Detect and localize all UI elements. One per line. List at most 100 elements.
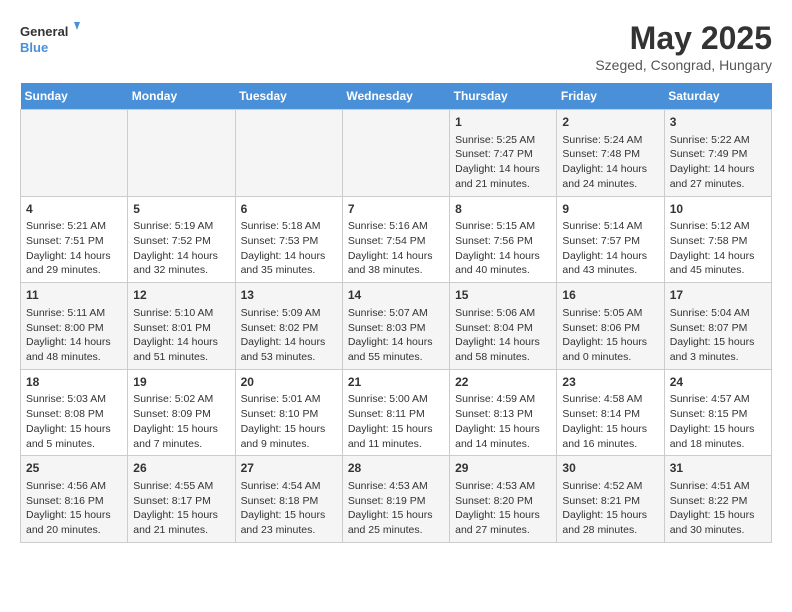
- day-detail: Sunrise: 4:56 AMSunset: 8:16 PMDaylight:…: [26, 479, 122, 538]
- week-row-1: 1 Sunrise: 5:25 AMSunset: 7:47 PMDaylight…: [21, 110, 772, 197]
- day-cell: 6Sunrise: 5:18 AMSunset: 7:53 PMDaylight…: [235, 196, 342, 283]
- day-cell: 8Sunrise: 5:15 AMSunset: 7:56 PMDaylight…: [450, 196, 557, 283]
- day-detail: Sunrise: 5:10 AMSunset: 8:01 PMDaylight:…: [133, 306, 229, 365]
- day-number: 28: [348, 460, 444, 477]
- day-cell: 27Sunrise: 4:54 AMSunset: 8:18 PMDayligh…: [235, 456, 342, 543]
- day-cell: 1 Sunrise: 5:25 AMSunset: 7:47 PMDaylight…: [450, 110, 557, 197]
- day-detail: Sunrise: 5:03 AMSunset: 8:08 PMDaylight:…: [26, 392, 122, 451]
- day-number: 3: [670, 114, 766, 131]
- day-detail: Sunrise: 5:04 AMSunset: 8:07 PMDaylight:…: [670, 306, 766, 365]
- day-cell: [235, 110, 342, 197]
- col-header-monday: Monday: [128, 83, 235, 110]
- svg-text:Blue: Blue: [20, 40, 48, 55]
- week-row-2: 4Sunrise: 5:21 AMSunset: 7:51 PMDaylight…: [21, 196, 772, 283]
- day-number: 6: [241, 201, 337, 218]
- day-cell: 13 Sunrise: 5:09 AMSunset: 8:02 PMDayligh…: [235, 283, 342, 370]
- col-header-sunday: Sunday: [21, 83, 128, 110]
- day-cell: 29 Sunrise: 4:53 AMSunset: 8:20 PMDayligh…: [450, 456, 557, 543]
- day-number: 23: [562, 374, 658, 391]
- day-number: 7: [348, 201, 444, 218]
- col-header-tuesday: Tuesday: [235, 83, 342, 110]
- day-cell: 3 Sunrise: 5:22 AMSunset: 7:49 PMDaylight…: [664, 110, 771, 197]
- day-number: 17: [670, 287, 766, 304]
- day-cell: 7Sunrise: 5:16 AMSunset: 7:54 PMDaylight…: [342, 196, 449, 283]
- day-detail: Sunrise: 4:53 AMSunset: 8:20 PMDaylight:…: [455, 479, 551, 538]
- header-row: SundayMondayTuesdayWednesdayThursdayFrid…: [21, 83, 772, 110]
- day-number: 21: [348, 374, 444, 391]
- month-title: May 2025: [595, 20, 772, 57]
- day-detail: Sunrise: 5:19 AMSunset: 7:52 PMDaylight:…: [133, 219, 229, 278]
- logo: General Blue: [20, 20, 80, 58]
- day-detail: Sunrise: 4:51 AMSunset: 8:22 PMDaylight:…: [670, 479, 766, 538]
- day-cell: 18Sunrise: 5:03 AMSunset: 8:08 PMDayligh…: [21, 369, 128, 456]
- day-number: 13: [241, 287, 337, 304]
- day-cell: 12Sunrise: 5:10 AMSunset: 8:01 PMDayligh…: [128, 283, 235, 370]
- day-detail: Sunrise: 5:24 AMSunset: 7:48 PMDaylight:…: [562, 133, 658, 192]
- day-detail: Sunrise: 5:25 AMSunset: 7:47 PMDaylight:…: [455, 133, 551, 192]
- week-row-3: 11 Sunrise: 5:11 AMSunset: 8:00 PMDayligh…: [21, 283, 772, 370]
- day-cell: 31 Sunrise: 4:51 AMSunset: 8:22 PMDayligh…: [664, 456, 771, 543]
- day-number: 29: [455, 460, 551, 477]
- day-cell: 4Sunrise: 5:21 AMSunset: 7:51 PMDaylight…: [21, 196, 128, 283]
- day-detail: Sunrise: 5:06 AMSunset: 8:04 PMDaylight:…: [455, 306, 551, 365]
- day-cell: 20Sunrise: 5:01 AMSunset: 8:10 PMDayligh…: [235, 369, 342, 456]
- day-number: 30: [562, 460, 658, 477]
- day-cell: 11 Sunrise: 5:11 AMSunset: 8:00 PMDayligh…: [21, 283, 128, 370]
- day-number: 1: [455, 114, 551, 131]
- day-number: 9: [562, 201, 658, 218]
- day-number: 8: [455, 201, 551, 218]
- day-detail: Sunrise: 4:53 AMSunset: 8:19 PMDaylight:…: [348, 479, 444, 538]
- day-detail: Sunrise: 5:14 AMSunset: 7:57 PMDaylight:…: [562, 219, 658, 278]
- day-detail: Sunrise: 5:00 AMSunset: 8:11 PMDaylight:…: [348, 392, 444, 451]
- day-number: 20: [241, 374, 337, 391]
- day-number: 26: [133, 460, 229, 477]
- day-detail: Sunrise: 5:18 AMSunset: 7:53 PMDaylight:…: [241, 219, 337, 278]
- calendar-table: SundayMondayTuesdayWednesdayThursdayFrid…: [20, 83, 772, 543]
- day-number: 31: [670, 460, 766, 477]
- week-row-5: 25 Sunrise: 4:56 AMSunset: 8:16 PMDayligh…: [21, 456, 772, 543]
- day-detail: Sunrise: 5:07 AMSunset: 8:03 PMDaylight:…: [348, 306, 444, 365]
- day-number: 11: [26, 287, 122, 304]
- day-cell: 10Sunrise: 5:12 AMSunset: 7:58 PMDayligh…: [664, 196, 771, 283]
- day-cell: 22Sunrise: 4:59 AMSunset: 8:13 PMDayligh…: [450, 369, 557, 456]
- day-number: 4: [26, 201, 122, 218]
- col-header-thursday: Thursday: [450, 83, 557, 110]
- day-detail: Sunrise: 5:09 AMSunset: 8:02 PMDaylight:…: [241, 306, 337, 365]
- day-detail: Sunrise: 5:21 AMSunset: 7:51 PMDaylight:…: [26, 219, 122, 278]
- day-detail: Sunrise: 5:16 AMSunset: 7:54 PMDaylight:…: [348, 219, 444, 278]
- day-detail: Sunrise: 5:05 AMSunset: 8:06 PMDaylight:…: [562, 306, 658, 365]
- day-detail: Sunrise: 5:15 AMSunset: 7:56 PMDaylight:…: [455, 219, 551, 278]
- day-cell: [128, 110, 235, 197]
- day-cell: 28 Sunrise: 4:53 AMSunset: 8:19 PMDayligh…: [342, 456, 449, 543]
- day-detail: Sunrise: 4:59 AMSunset: 8:13 PMDaylight:…: [455, 392, 551, 451]
- day-number: 10: [670, 201, 766, 218]
- page-header: General Blue May 2025 Szeged, Csongrad, …: [20, 20, 772, 73]
- day-number: 15: [455, 287, 551, 304]
- day-cell: 14 Sunrise: 5:07 AMSunset: 8:03 PMDayligh…: [342, 283, 449, 370]
- day-cell: 24Sunrise: 4:57 AMSunset: 8:15 PMDayligh…: [664, 369, 771, 456]
- day-number: 25: [26, 460, 122, 477]
- day-number: 18: [26, 374, 122, 391]
- day-detail: Sunrise: 4:58 AMSunset: 8:14 PMDaylight:…: [562, 392, 658, 451]
- day-cell: 23Sunrise: 4:58 AMSunset: 8:14 PMDayligh…: [557, 369, 664, 456]
- col-header-wednesday: Wednesday: [342, 83, 449, 110]
- day-detail: Sunrise: 5:02 AMSunset: 8:09 PMDaylight:…: [133, 392, 229, 451]
- day-number: 19: [133, 374, 229, 391]
- day-cell: [342, 110, 449, 197]
- day-number: 22: [455, 374, 551, 391]
- day-cell: 9Sunrise: 5:14 AMSunset: 7:57 PMDaylight…: [557, 196, 664, 283]
- day-number: 14: [348, 287, 444, 304]
- day-detail: Sunrise: 5:11 AMSunset: 8:00 PMDaylight:…: [26, 306, 122, 365]
- day-number: 24: [670, 374, 766, 391]
- day-detail: Sunrise: 5:01 AMSunset: 8:10 PMDaylight:…: [241, 392, 337, 451]
- day-detail: Sunrise: 5:22 AMSunset: 7:49 PMDaylight:…: [670, 133, 766, 192]
- day-detail: Sunrise: 4:55 AMSunset: 8:17 PMDaylight:…: [133, 479, 229, 538]
- day-number: 2: [562, 114, 658, 131]
- day-cell: 2 Sunrise: 5:24 AMSunset: 7:48 PMDaylight…: [557, 110, 664, 197]
- day-cell: 17 Sunrise: 5:04 AMSunset: 8:07 PMDayligh…: [664, 283, 771, 370]
- week-row-4: 18Sunrise: 5:03 AMSunset: 8:08 PMDayligh…: [21, 369, 772, 456]
- day-cell: 19Sunrise: 5:02 AMSunset: 8:09 PMDayligh…: [128, 369, 235, 456]
- title-block: May 2025 Szeged, Csongrad, Hungary: [595, 20, 772, 73]
- col-header-friday: Friday: [557, 83, 664, 110]
- day-cell: 30Sunrise: 4:52 AMSunset: 8:21 PMDayligh…: [557, 456, 664, 543]
